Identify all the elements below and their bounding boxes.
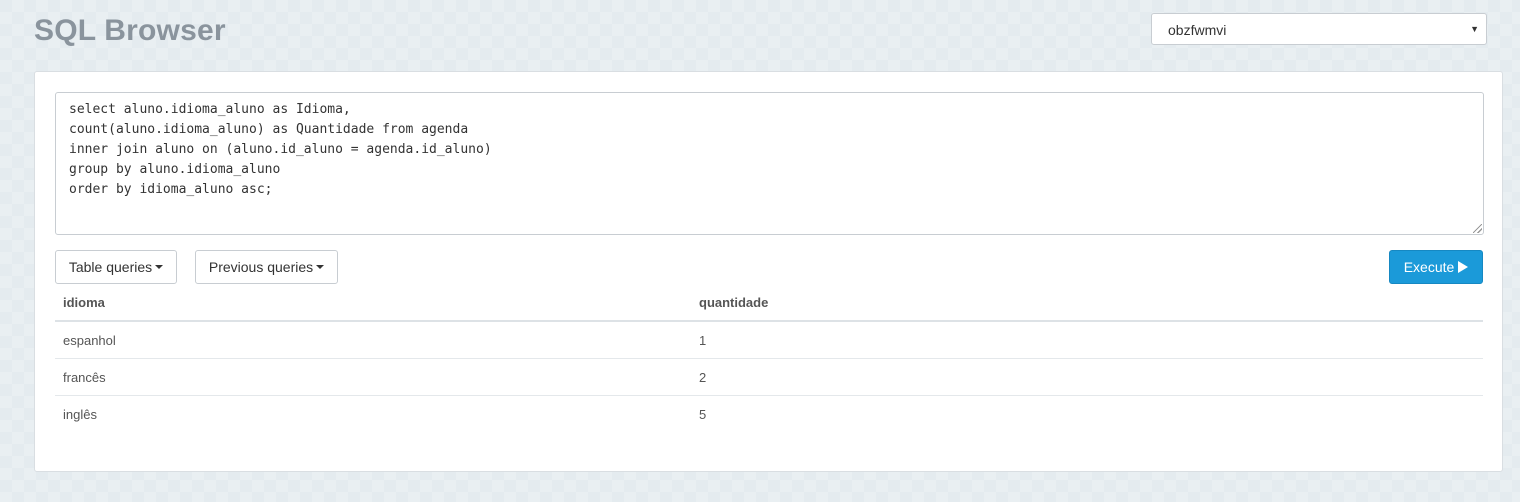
table-cell: 1 (699, 332, 707, 348)
previous-queries-button[interactable]: Previous queries (195, 250, 338, 284)
sql-line: inner join aluno on (aluno.id_aluno = ag… (69, 142, 492, 157)
sql-line: count(aluno.idioma_aluno) as Quantidade … (69, 122, 469, 137)
table-cell: 2 (691, 358, 1483, 396)
database-select-value: obzfwmvi (1168, 22, 1227, 38)
table-cell: francês (55, 358, 691, 396)
resize-handle-icon[interactable] (1473, 224, 1482, 233)
table-row: inglês 5 (55, 395, 1483, 432)
table-row: francês 2 (55, 358, 1483, 396)
execute-button[interactable]: Execute (1389, 250, 1483, 284)
table-row: espanhol 1 (55, 321, 1483, 359)
table-cell: espanhol (63, 332, 116, 348)
sql-line: group by aluno.idioma_aluno (69, 162, 281, 177)
sql-line: order by idioma_aluno asc; (69, 182, 273, 197)
table-queries-label: Table queries (68, 259, 153, 275)
column-header-idioma[interactable]: idioma (55, 284, 691, 322)
table-cell: inglês (55, 395, 691, 432)
caret-down-icon (155, 265, 164, 270)
column-header-quantidade[interactable]: quantidade (691, 284, 1483, 322)
table-header-row: idioma quantidade (55, 284, 1483, 322)
sql-line: select aluno.idioma_aluno as Idioma, (69, 102, 351, 117)
database-select[interactable]: obzfwmvi ▼ (1151, 13, 1487, 45)
play-icon (1458, 261, 1469, 274)
execute-label: Execute (1403, 259, 1455, 275)
previous-queries-label: Previous queries (208, 259, 314, 275)
results-table: idioma quantidade espanhol 1 francês 2 i… (55, 284, 1483, 432)
table-queries-button[interactable]: Table queries (55, 250, 177, 284)
caret-down-icon (316, 265, 325, 270)
query-panel: select aluno.idioma_aluno as Idioma, cou… (34, 71, 1503, 472)
table-cell: 5 (691, 395, 1483, 432)
sql-editor[interactable]: select aluno.idioma_aluno as Idioma, cou… (55, 92, 1484, 235)
page-title: SQL Browser (34, 14, 226, 47)
chevron-down-icon: ▼ (1470, 24, 1479, 34)
